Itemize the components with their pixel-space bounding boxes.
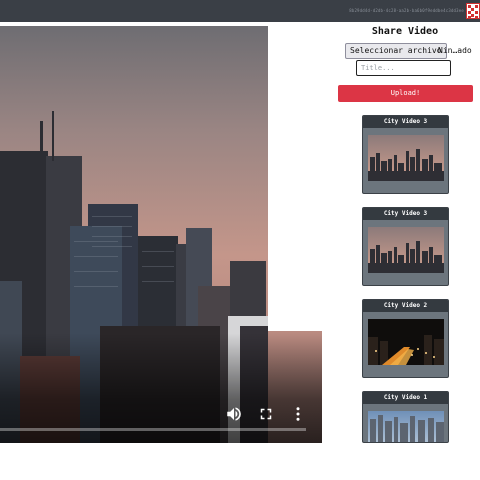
- identicon-avatar-icon[interactable]: [466, 3, 480, 19]
- video-card-title: City Video 1: [363, 392, 448, 404]
- file-status: Nin…ado: [438, 46, 472, 55]
- upload-button[interactable]: Upload!: [338, 85, 473, 102]
- user-id-text: 8b29dd4d-d2db-4c28-aa2b-ba6b0f9eddbe4c3d…: [349, 8, 464, 13]
- more-vert-icon[interactable]: [289, 405, 307, 423]
- video-thumbnail: [368, 135, 444, 181]
- fullscreen-icon[interactable]: [257, 405, 275, 423]
- video-player[interactable]: [0, 26, 322, 443]
- video-thumbnail: [368, 411, 444, 442]
- video-card[interactable]: City Video 3: [362, 115, 449, 194]
- choose-file-button[interactable]: Seleccionar archivo: [345, 43, 447, 59]
- player-controls: [0, 403, 322, 443]
- video-card-title: City Video 2: [363, 300, 448, 312]
- volume-icon[interactable]: [225, 405, 243, 423]
- video-card[interactable]: City Video 1: [362, 391, 449, 443]
- video-card-title: City Video 3: [363, 208, 448, 220]
- video-card-title: City Video 3: [363, 116, 448, 128]
- top-bar: 8b29dd4d-d2db-4c28-aa2b-ba6b0f9eddbe4c3d…: [0, 0, 480, 22]
- video-card[interactable]: City Video 2: [362, 299, 449, 378]
- panel-title: Share Video: [371, 26, 439, 37]
- title-input[interactable]: [356, 60, 451, 76]
- video-card[interactable]: City Video 3: [362, 207, 449, 286]
- video-thumbnail: [368, 319, 444, 365]
- progress-bar[interactable]: [0, 428, 306, 431]
- video-thumbnail: [368, 227, 444, 273]
